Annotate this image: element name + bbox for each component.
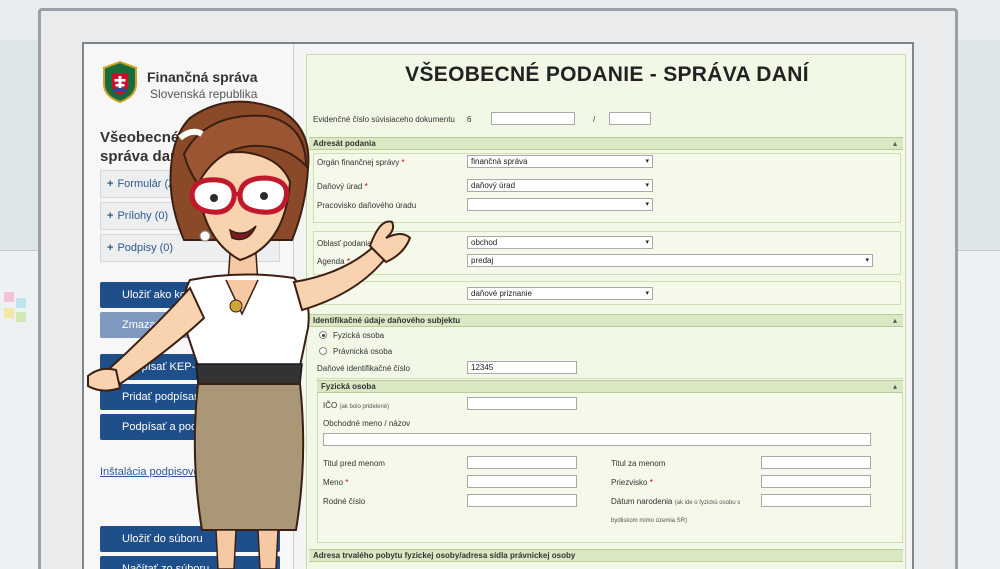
meno-input[interactable] bbox=[467, 475, 577, 488]
sticky-note bbox=[16, 312, 26, 322]
collapse-icon[interactable]: ▴ bbox=[893, 316, 897, 325]
agenda-select[interactable]: predaj ▾ bbox=[467, 254, 873, 267]
evidence-separator: / bbox=[593, 115, 596, 124]
chevron-down-icon: ▾ bbox=[645, 239, 649, 246]
priezvisko-input[interactable] bbox=[761, 475, 871, 488]
cartoon-assistant-illustration bbox=[87, 100, 412, 569]
chevron-down-icon: ▾ bbox=[865, 257, 869, 264]
evidence-year-input[interactable] bbox=[609, 112, 651, 125]
ico-input[interactable] bbox=[467, 397, 577, 410]
dic-input[interactable]: 12345 bbox=[467, 361, 577, 374]
rodne-cislo-input[interactable] bbox=[467, 494, 577, 507]
sticky-note bbox=[4, 292, 14, 302]
urad-select[interactable]: daňový úrad ▾ bbox=[467, 179, 653, 192]
pracovisko-select[interactable]: ▾ bbox=[467, 198, 653, 211]
evidence-prefix: 6 bbox=[467, 115, 472, 124]
datum-narodenia-label: Dátum narodenia (ak ide o fyzickú osobu … bbox=[611, 497, 741, 506]
titul-za-label: Titul za menom bbox=[611, 459, 666, 468]
oblast-select[interactable]: obchod ▾ bbox=[467, 236, 653, 249]
organ-select[interactable]: finančná správa ▾ bbox=[467, 155, 653, 168]
titul-pred-input[interactable] bbox=[467, 456, 577, 469]
sticky-note bbox=[16, 298, 26, 308]
evidence-number-input[interactable] bbox=[491, 112, 575, 125]
sticky-note bbox=[4, 308, 14, 318]
chevron-down-icon: ▾ bbox=[645, 182, 649, 189]
typ-select[interactable]: daňové priznanie ▾ bbox=[467, 287, 653, 300]
chevron-down-icon: ▾ bbox=[645, 201, 649, 208]
background-panel-right bbox=[955, 250, 1000, 569]
chevron-down-icon: ▾ bbox=[645, 158, 649, 165]
titul-za-input[interactable] bbox=[761, 456, 871, 469]
chevron-down-icon: ▾ bbox=[645, 290, 649, 297]
collapse-icon[interactable]: ▴ bbox=[893, 139, 897, 148]
form-title: VŠEOBECNÉ PODANIE - SPRÁVA DANÍ bbox=[405, 63, 809, 86]
org-name: Finančná správa bbox=[147, 69, 258, 85]
priezvisko-label: Priezvisko * bbox=[611, 478, 653, 487]
datum-narodenia-input[interactable] bbox=[761, 494, 871, 507]
datum-note: bydliskom mimo územia SR) bbox=[611, 518, 688, 524]
collapse-icon[interactable]: ▴ bbox=[893, 382, 897, 391]
